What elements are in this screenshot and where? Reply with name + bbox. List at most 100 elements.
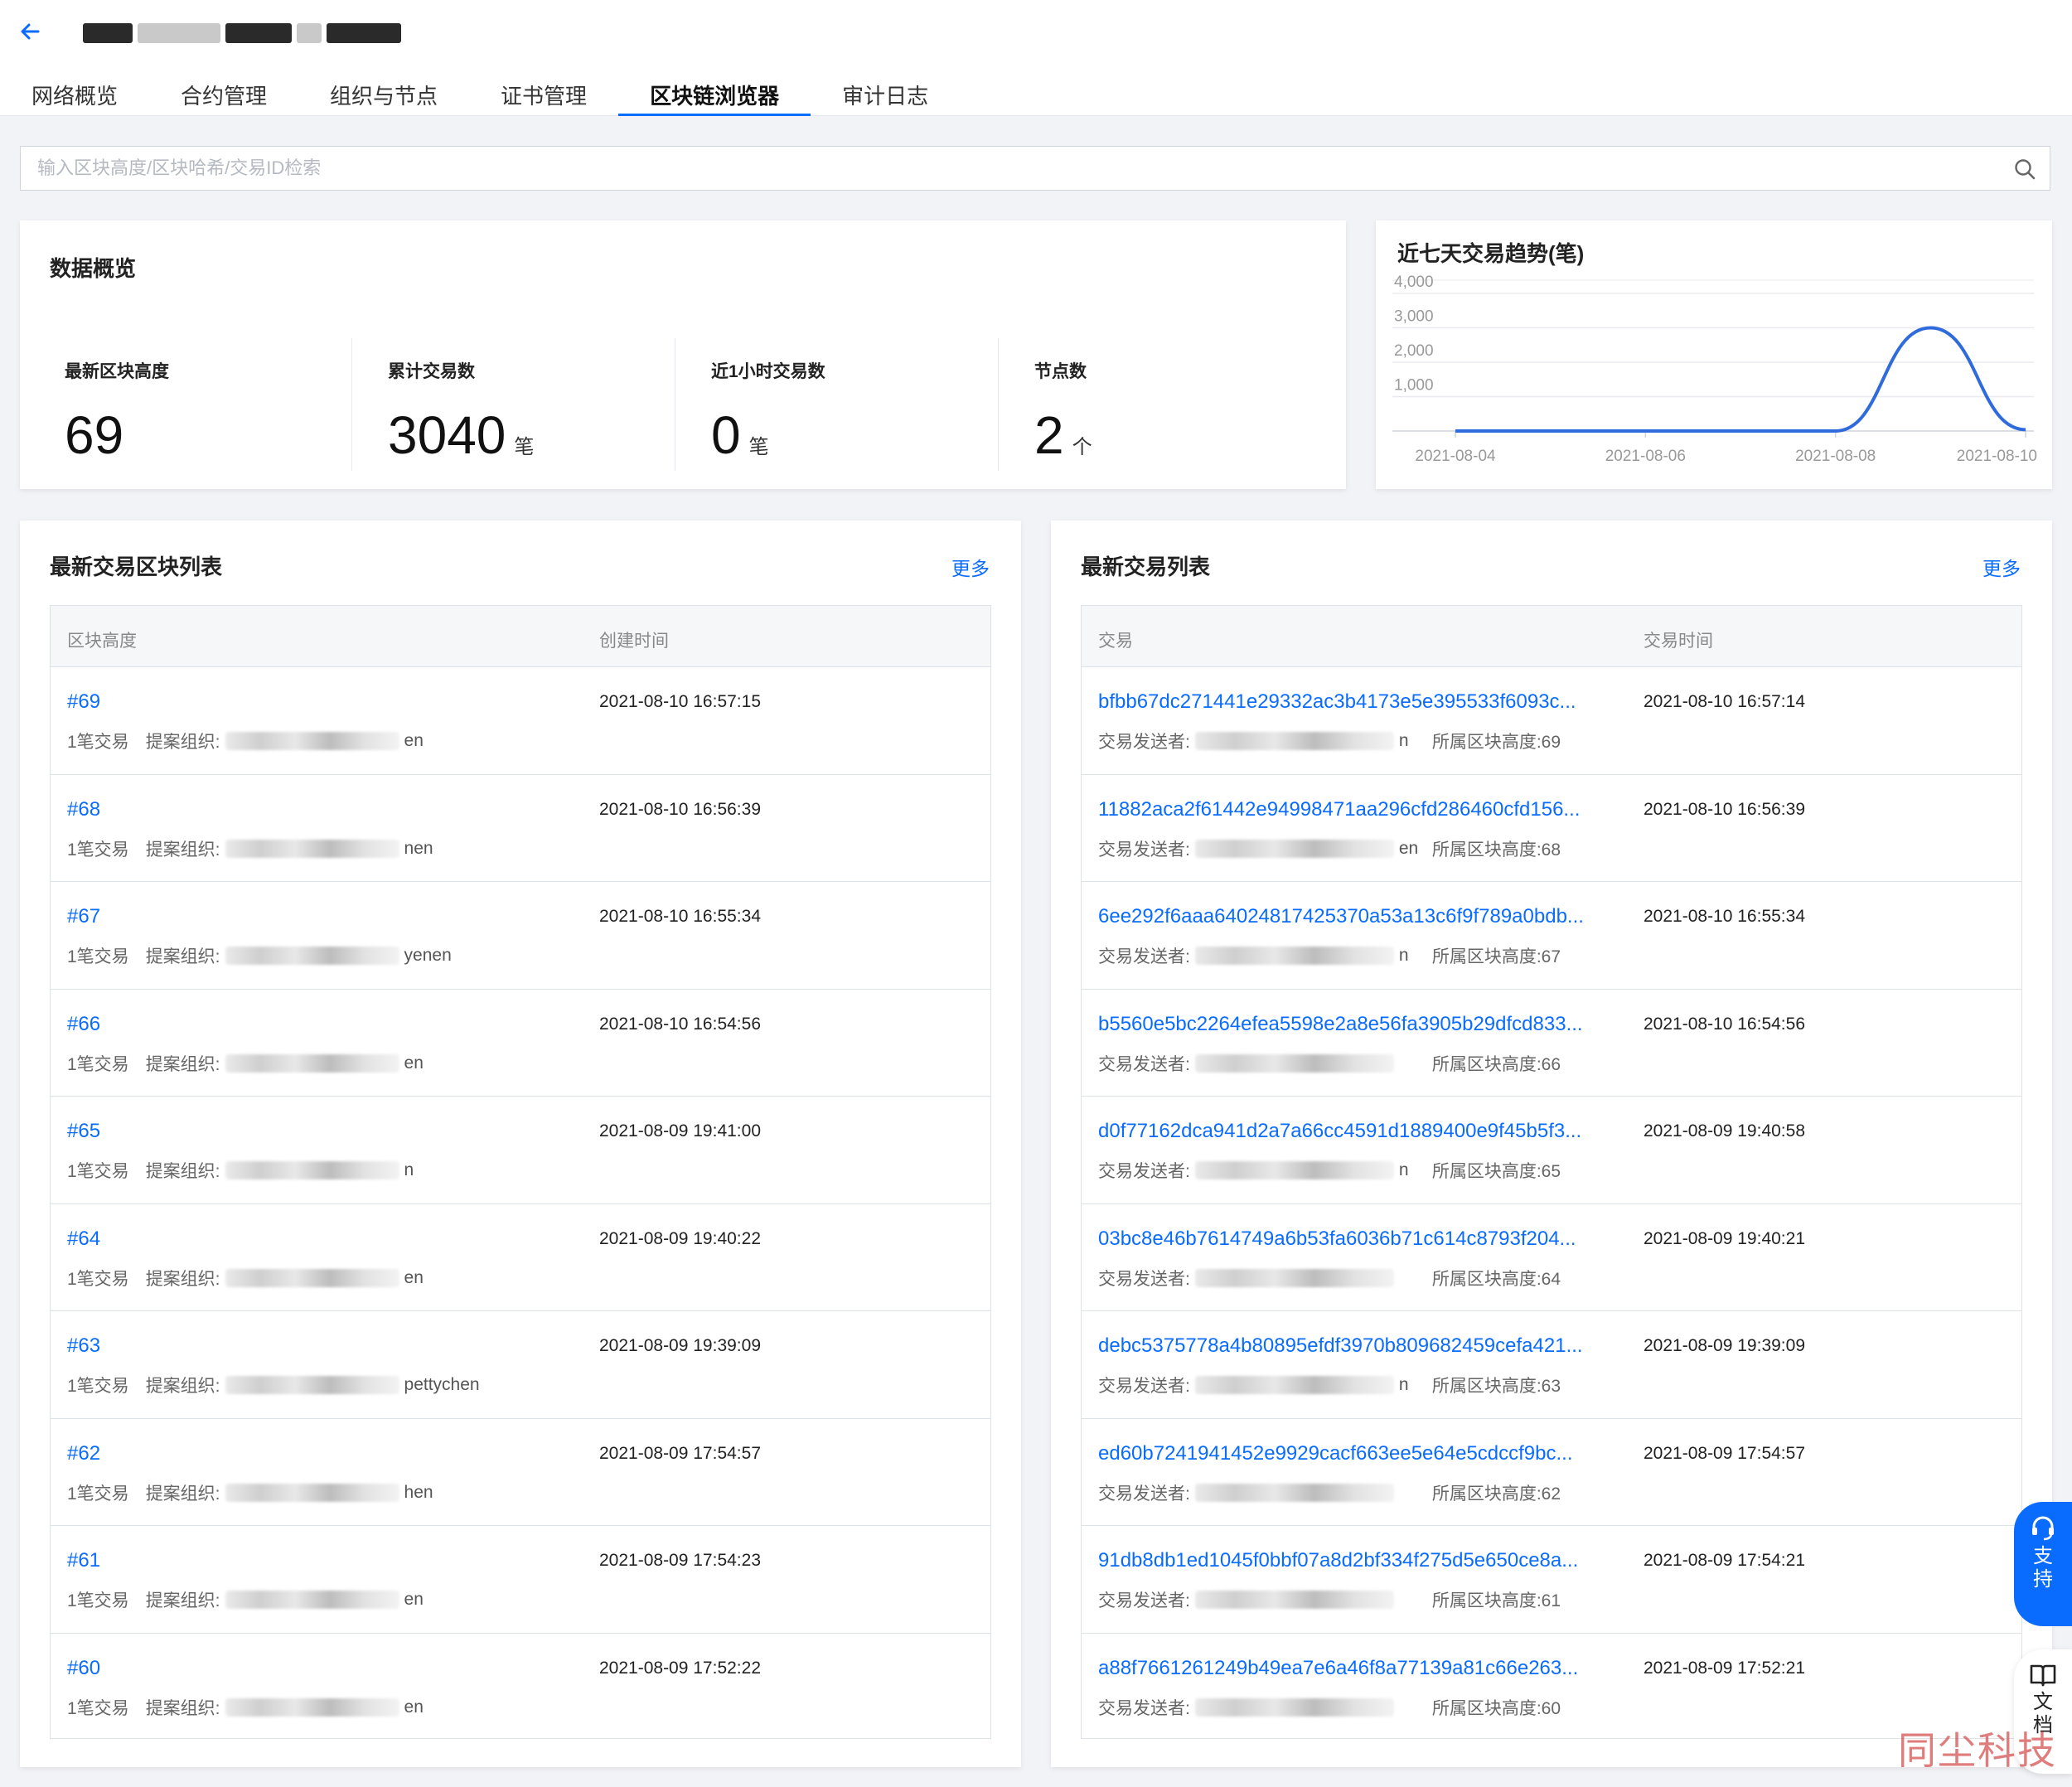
x-tick-label: 2021-08-04 [1415, 448, 1496, 465]
tx-id-link[interactable]: d0f77162dca941d2a7a66cc4591d1889400e9f45… [1098, 1120, 1612, 1143]
tx-block-height: 所属区块高度:67 [1431, 947, 1561, 966]
sender-tail: en [1398, 838, 1419, 858]
search-bar [20, 146, 2050, 191]
tx-meta: 交易发送者: en 所属区块高度:68 [1098, 836, 1561, 861]
x-tick-label: 2021-08-10 [1957, 448, 2037, 465]
block-height-link[interactable]: #63 [67, 1334, 100, 1358]
block-height-link[interactable]: #69 [67, 690, 100, 714]
stat-unit: 笔 [514, 436, 535, 458]
tx-block-height: 所属区块高度:62 [1431, 1484, 1561, 1504]
tx-block-height: 所属区块高度:60 [1431, 1698, 1561, 1718]
tab-1[interactable]: 合约管理 [149, 75, 298, 116]
tx-id-link[interactable]: bfbb67dc271441e29332ac3b4173e5e395533f60… [1098, 690, 1612, 714]
tx-id-link[interactable]: b5560e5bc2264efea5598e2a8e56fa3905b29dfc… [1098, 1013, 1612, 1036]
proposer-redacted [225, 839, 399, 858]
stat-0: 最新区块高度 69 [65, 338, 388, 471]
support-button[interactable]: 支持 [2014, 1502, 2072, 1626]
sender-label: 交易发送者: [1098, 1162, 1190, 1181]
tab-0[interactable]: 网络概览 [0, 75, 149, 116]
search-icon[interactable] [2013, 157, 2036, 181]
proposer-label: 提案组织: [145, 1484, 220, 1504]
proposer-label: 提案组织: [145, 947, 220, 966]
block-meta: 1笔交易 提案组织: n [67, 1158, 414, 1183]
sender-label: 交易发送者: [1098, 1269, 1190, 1289]
sender-redacted [1194, 732, 1394, 750]
block-height-link[interactable]: #62 [67, 1442, 100, 1465]
search-input[interactable] [21, 147, 1993, 190]
table-row: 6ee292f6aaa64024817425370a53a13c6f9f789a… [1082, 882, 2021, 990]
table-row: #62 2021-08-09 17:54:57 1笔交易 提案组织: hen [51, 1419, 990, 1526]
tx-id-link[interactable]: debc5375778a4b80895efdf3970b809682459cef… [1098, 1334, 1612, 1358]
blocks-more-link[interactable]: 更多 [951, 553, 990, 581]
tx-time: 2021-08-10 16:56:39 [1644, 799, 1805, 819]
proposer-tail: yenen [404, 946, 452, 965]
proposer-tail: en [404, 1267, 424, 1287]
table-row: bfbb67dc271441e29332ac3b4173e5e395533f60… [1082, 667, 2021, 775]
stat-label: 最新区块高度 [65, 362, 169, 381]
latest-tx-title: 最新交易列表 [1081, 555, 1211, 579]
tx-more-link[interactable]: 更多 [1982, 553, 2021, 581]
sender-label: 交易发送者: [1098, 1698, 1190, 1718]
block-height-link[interactable]: #67 [67, 905, 100, 928]
table-row: #69 2021-08-10 16:57:15 1笔交易 提案组织: en [51, 667, 990, 775]
block-height-link[interactable]: #60 [67, 1657, 100, 1680]
block-height-link[interactable]: #65 [67, 1120, 100, 1143]
stat-label: 节点数 [1034, 362, 1087, 381]
proposer-tail: en [404, 1053, 424, 1073]
tx-block-height: 所属区块高度:65 [1431, 1162, 1561, 1181]
block-height-link[interactable]: #66 [67, 1013, 100, 1036]
tx-time: 2021-08-10 16:55:34 [1644, 907, 1805, 926]
table-row: a88f7661261249b49ea7e6a46f8a77139a81c66e… [1082, 1634, 2021, 1741]
table-row: #63 2021-08-09 19:39:09 1笔交易 提案组织: pettychen [51, 1311, 990, 1419]
block-meta: 1笔交易 提案组织: en [67, 1695, 424, 1720]
block-height-link[interactable]: #64 [67, 1228, 100, 1251]
block-height-link[interactable]: #68 [67, 798, 100, 821]
tab-5[interactable]: 审计日志 [811, 75, 960, 116]
tx-id-link[interactable]: 03bc8e46b7614749a6b53fa6036b71c614c8793f… [1098, 1228, 1612, 1251]
table-row: #61 2021-08-09 17:54:23 1笔交易 提案组织: en [51, 1526, 990, 1634]
sender-tail: n [1398, 731, 1409, 750]
x-tick-label: 2021-08-08 [1795, 448, 1876, 465]
tx-time: 2021-08-09 19:40:58 [1644, 1121, 1805, 1140]
table-row: 91db8db1ed1045f0bbf07a8d2bf334f275d5e650… [1082, 1526, 2021, 1634]
tab-4[interactable]: 区块链浏览器 [618, 75, 811, 116]
y-tick-label: 3,000 [1394, 308, 1434, 326]
tx-id-link[interactable]: 11882aca2f61442e94998471aa296cfd286460cf… [1098, 798, 1612, 821]
proposer-label: 提案组织: [145, 1054, 220, 1074]
y-tick-label: 2,000 [1394, 342, 1434, 360]
support-label: 支持 [2033, 1545, 2053, 1591]
table-row: #66 2021-08-10 16:54:56 1笔交易 提案组织: en [51, 990, 990, 1097]
sender-redacted [1194, 1161, 1394, 1179]
series-line [1455, 326, 2026, 433]
tx-id-link[interactable]: ed60b7241941452e9929cacf663ee5e64e5cdccf… [1098, 1442, 1612, 1465]
chart-title: 近七天交易趋势(笔) [1397, 241, 1585, 266]
arrow-left-icon[interactable] [17, 18, 43, 45]
sender-redacted [1194, 1697, 1394, 1717]
sender-label: 交易发送者: [1098, 1591, 1190, 1610]
proposer-redacted [225, 1376, 399, 1394]
tx-block-height: 所属区块高度:64 [1431, 1269, 1561, 1289]
stat-value-row: 2个 [1034, 404, 1358, 466]
proposer-label: 提案组织: [145, 840, 220, 860]
sender-label: 交易发送者: [1098, 1054, 1190, 1074]
tx-time: 2021-08-09 17:52:21 [1644, 1658, 1805, 1678]
proposer-tail: en [404, 1697, 424, 1717]
tx-id-link[interactable]: a88f7661261249b49ea7e6a46f8a77139a81c66e… [1098, 1657, 1612, 1680]
tab-2[interactable]: 组织与节点 [298, 75, 469, 116]
table-row: d0f77162dca941d2a7a66cc4591d1889400e9f45… [1082, 1097, 2021, 1204]
tx-meta: 交易发送者: n 所属区块高度:63 [1098, 1373, 1561, 1397]
proposer-redacted [225, 1697, 399, 1717]
tx-meta: 交易发送者: 所属区块高度:61 [1098, 1587, 1561, 1612]
tab-3[interactable]: 证书管理 [469, 75, 618, 116]
tx-meta: 交易发送者: n 所属区块高度:65 [1098, 1158, 1561, 1183]
proposer-redacted [225, 947, 399, 965]
block-height-link[interactable]: #61 [67, 1549, 100, 1572]
tx-id-link[interactable]: 6ee292f6aaa64024817425370a53a13c6f9f789a… [1098, 905, 1612, 928]
block-time: 2021-08-09 17:52:22 [599, 1658, 761, 1678]
sender-tail: n [1398, 946, 1409, 965]
latest-blocks-title: 最新交易区块列表 [50, 555, 223, 579]
proposer-label: 提案组织: [145, 1698, 220, 1718]
block-time: 2021-08-09 19:41:00 [599, 1121, 761, 1140]
sender-label: 交易发送者: [1098, 733, 1190, 752]
tx-id-link[interactable]: 91db8db1ed1045f0bbf07a8d2bf334f275d5e650… [1098, 1549, 1612, 1572]
